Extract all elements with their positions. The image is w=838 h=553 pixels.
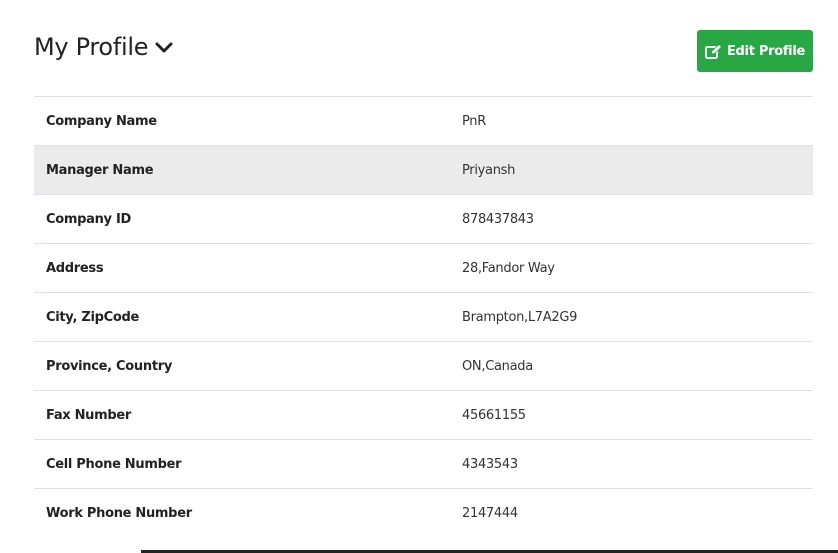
table-row: Company Name PnR — [34, 96, 813, 146]
row-value: 4343543 — [462, 456, 518, 472]
row-label: Cell Phone Number — [46, 456, 182, 472]
row-label: Province, Country — [46, 358, 173, 374]
table-row: Company ID 878437843 — [34, 194, 813, 244]
profile-header: My Profile Edit Profile — [34, 30, 813, 72]
row-value: PnR — [462, 113, 486, 129]
table-row: City, ZipCode Brampton,L7A2G9 — [34, 292, 813, 342]
row-label: Address — [46, 260, 104, 276]
table-row: Province, Country ON,Canada — [34, 341, 813, 391]
chevron-down-icon — [155, 39, 173, 58]
profile-title-toggle[interactable]: My Profile — [34, 30, 173, 64]
row-label: City, ZipCode — [46, 309, 140, 325]
row-label: Company ID — [46, 211, 131, 227]
edit-profile-label: Edit Profile — [726, 43, 806, 59]
edit-icon — [704, 43, 722, 59]
row-value: ON,Canada — [462, 358, 533, 374]
row-value: 45661155 — [462, 407, 526, 423]
table-row: Manager Name Priyansh — [34, 145, 813, 195]
row-label: Company Name — [46, 113, 157, 129]
row-label: Fax Number — [46, 407, 132, 423]
row-value: 2147444 — [462, 505, 518, 521]
row-label: Manager Name — [46, 162, 154, 178]
table-row: Work Phone Number 2147444 — [34, 488, 813, 538]
page-title: My Profile — [34, 33, 149, 61]
row-label: Work Phone Number — [46, 505, 192, 521]
profile-table: Company Name PnR Manager Name Priyansh C… — [34, 96, 813, 538]
row-value: Priyansh — [462, 162, 516, 178]
table-row: Fax Number 45661155 — [34, 390, 813, 440]
row-value: 28,Fandor Way — [462, 260, 555, 276]
edit-profile-button[interactable]: Edit Profile — [697, 30, 813, 72]
table-row: Address 28,Fandor Way — [34, 243, 813, 293]
table-row: Cell Phone Number 4343543 — [34, 439, 813, 489]
row-value: Brampton,L7A2G9 — [462, 309, 578, 325]
row-value: 878437843 — [462, 211, 534, 227]
